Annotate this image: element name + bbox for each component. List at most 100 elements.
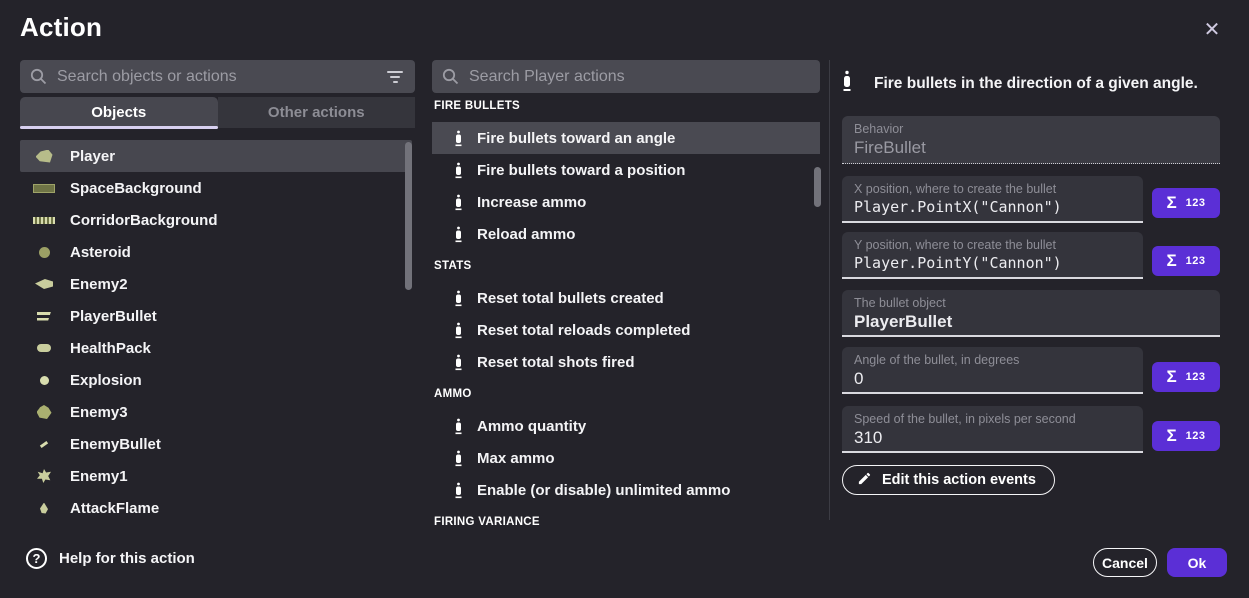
object-label: CorridorBackground [70,212,218,229]
bullet-action-icon [454,354,463,371]
action-row-ammo-quantity[interactable]: Ammo quantity [432,410,820,442]
corridorbackground-object-icon [32,217,56,224]
action-label: Reset total reloads completed [477,322,690,339]
speed-input[interactable] [854,428,1131,448]
object-label: Explosion [70,372,142,389]
angle-label: Angle of the bullet, in degrees [854,353,1131,367]
help-label: Help for this action [59,550,195,567]
cancel-button[interactable]: Cancel [1093,548,1157,577]
action-label: Fire bullets toward an angle [477,130,675,147]
action-label: Reset total shots fired [477,354,635,371]
action-description-text: Fire bullets in the direction of a given… [874,75,1198,93]
object-row-enemy1[interactable]: Enemy1 [20,460,412,492]
group-header-ammo: AMMO [432,378,820,410]
object-row-playerbullet[interactable]: PlayerBullet [20,300,412,332]
panel-divider [829,60,830,520]
object-row-enemybullet[interactable]: EnemyBullet [20,428,412,460]
action-label: Max ammo [477,450,555,467]
enemybullet-object-icon [32,443,56,446]
actions-search-input[interactable] [469,68,810,86]
bullet-action-icon [454,322,463,339]
tab-objects[interactable]: Objects [20,97,218,128]
action-description: Fire bullets in the direction of a given… [842,70,1220,97]
bullet-action-icon [454,450,463,467]
object-row-player[interactable]: Player [20,140,412,172]
x-position-field: X position, where to create the bullet [842,176,1143,223]
object-row-spacebackground[interactable]: SpaceBackground [20,172,412,204]
explosion-object-icon [32,376,56,385]
active-tab-indicator [20,126,218,129]
objects-scrollbar[interactable] [405,142,412,290]
object-row-healthpack[interactable]: HealthPack [20,332,412,364]
x-expression-builder-button[interactable]: Σ 123 [1152,188,1220,218]
y-position-field: Y position, where to create the bullet [842,232,1143,279]
angle-input[interactable] [854,369,1131,389]
action-row-fire-position[interactable]: Fire bullets toward a position [432,154,820,186]
bullet-object-label: The bullet object [854,296,1208,310]
objects-search-bar [20,60,415,93]
action-dialog: Action ✕ Objects Other actions Player Sp… [0,0,1249,598]
objects-search-input[interactable] [57,68,375,86]
object-label: Enemy1 [70,468,128,485]
action-row-reset-shots-fired[interactable]: Reset total shots fired [432,346,820,378]
bullet-action-icon [454,418,463,435]
filter-icon[interactable] [385,69,405,85]
action-label: Fire bullets toward a position [477,162,685,179]
speed-expression-builder-button[interactable]: Σ 123 [1152,421,1220,451]
action-row-increase-ammo[interactable]: Increase ammo [432,186,820,218]
x-position-label: X position, where to create the bullet [854,182,1131,196]
object-label: Player [70,148,115,165]
edit-action-events-button[interactable]: Edit this action events [842,465,1055,495]
object-row-enemy2[interactable]: Enemy2 [20,268,412,300]
bullet-action-icon [842,70,852,97]
bullet-object-input[interactable] [854,312,1208,332]
numbers-icon: 123 [1186,371,1206,383]
behavior-field[interactable]: Behavior FireBullet [842,116,1220,164]
object-label: Asteroid [70,244,131,261]
pencil-icon [857,471,872,490]
behavior-label: Behavior [854,122,1208,136]
angle-expression-builder-button[interactable]: Σ 123 [1152,362,1220,392]
speed-label: Speed of the bullet, in pixels per secon… [854,412,1131,426]
tab-other-actions[interactable]: Other actions [218,97,416,128]
angle-field: Angle of the bullet, in degrees [842,347,1143,394]
y-position-input[interactable] [854,254,1131,272]
ok-button[interactable]: Ok [1167,548,1227,577]
group-header-fire-bullets: FIRE BULLETS [432,90,820,122]
object-label: PlayerBullet [70,308,157,325]
y-expression-builder-button[interactable]: Σ 123 [1152,246,1220,276]
action-row-reset-bullets-created[interactable]: Reset total bullets created [432,282,820,314]
enemy1-object-icon [32,469,56,483]
action-row-max-ammo[interactable]: Max ammo [432,442,820,474]
bullet-action-icon [454,226,463,243]
help-link[interactable]: ? Help for this action [26,548,195,569]
y-position-label: Y position, where to create the bullet [854,238,1131,252]
action-row-reload-ammo[interactable]: Reload ammo [432,218,820,250]
object-row-asteroid[interactable]: Asteroid [20,236,412,268]
search-icon [442,68,459,85]
asteroid-object-icon [32,247,56,258]
healthpack-object-icon [32,344,56,352]
left-tabs: Objects Other actions [20,97,415,128]
x-position-input[interactable] [854,198,1131,216]
enemy2-object-icon [32,279,56,289]
spacebackground-object-icon [32,184,56,193]
close-icon[interactable]: ✕ [1199,16,1225,42]
action-label: Reset total bullets created [477,290,664,307]
action-row-unlimited-ammo[interactable]: Enable (or disable) unlimited ammo [432,474,820,506]
bullet-action-icon [454,130,463,147]
action-row-fire-angle[interactable]: Fire bullets toward an angle [432,122,820,154]
object-row-enemy3[interactable]: Enemy3 [20,396,412,428]
action-label: Enable (or disable) unlimited ammo [477,482,730,499]
object-row-attackflame[interactable]: AttackFlame [20,492,412,524]
object-row-explosion[interactable]: Explosion [20,364,412,396]
group-header-firing-variance: FIRING VARIANCE [432,506,820,530]
attackflame-object-icon [32,503,56,514]
bullet-object-field: The bullet object [842,290,1220,337]
object-list: Player SpaceBackground CorridorBackgroun… [20,140,412,524]
action-row-reset-reloads-completed[interactable]: Reset total reloads completed [432,314,820,346]
actions-scrollbar[interactable] [814,167,821,207]
bullet-action-icon [454,194,463,211]
object-label: EnemyBullet [70,436,161,453]
object-row-corridorbackground[interactable]: CorridorBackground [20,204,412,236]
